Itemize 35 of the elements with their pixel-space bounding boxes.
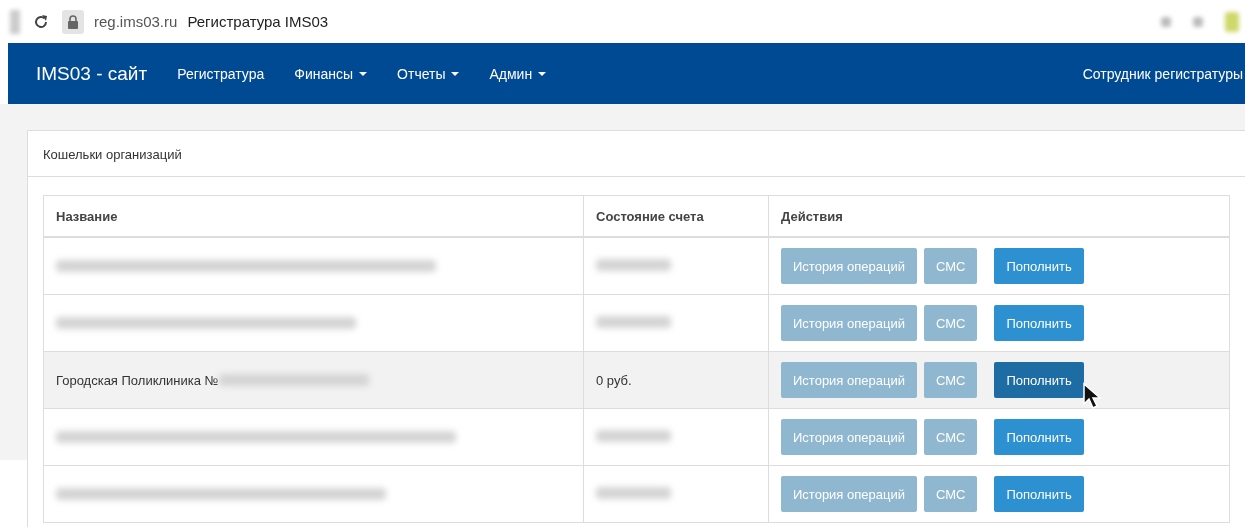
- topup-button[interactable]: Пополнить: [994, 419, 1084, 455]
- topup-button[interactable]: Пополнить: [994, 476, 1084, 512]
- nav-menu-item[interactable]: Финансы: [294, 65, 368, 82]
- sms-button[interactable]: СМС: [923, 419, 978, 455]
- site-brand[interactable]: IMS03 - сайт: [36, 62, 148, 85]
- user-name[interactable]: Сотрудник регистратуры: [1082, 65, 1243, 82]
- lock-icon: [62, 9, 84, 34]
- nav-menu-item[interactable]: Отчеты: [397, 65, 460, 82]
- column-header: Действия: [768, 195, 1230, 237]
- topup-button[interactable]: Пополнить: [994, 362, 1084, 398]
- nav-menu-item[interactable]: Регистратура: [177, 65, 265, 82]
- blurred-icon: [1225, 11, 1239, 32]
- sms-button[interactable]: СМС: [923, 305, 978, 341]
- topup-button[interactable]: Пополнить: [994, 248, 1084, 284]
- history-button[interactable]: История операций: [781, 305, 917, 341]
- sms-button[interactable]: СМС: [923, 476, 978, 512]
- nav-menu-item[interactable]: Админ: [489, 65, 547, 82]
- sms-button[interactable]: СМС: [923, 362, 978, 398]
- blurred-icon: [1161, 16, 1171, 27]
- blurred-icon: [1193, 16, 1203, 27]
- column-header: Состояние счета: [583, 195, 769, 237]
- panel-title: Кошельки организаций: [43, 147, 182, 162]
- blurred-icon: [10, 9, 20, 34]
- reload-icon[interactable]: [32, 12, 50, 31]
- history-button[interactable]: История операций: [781, 419, 917, 455]
- history-button[interactable]: История операций: [781, 476, 917, 512]
- column-header: Название: [43, 195, 584, 237]
- sms-button[interactable]: СМС: [923, 248, 978, 284]
- table-cell: 0 руб.: [596, 372, 632, 388]
- topup-button[interactable]: Пополнить: [994, 305, 1084, 341]
- history-button[interactable]: История операций: [781, 362, 917, 398]
- page-title: Регистратура IMS03: [187, 13, 329, 30]
- table-cell: Городская Поликлиника №: [56, 372, 219, 388]
- history-button[interactable]: История операций: [781, 248, 917, 284]
- url-text[interactable]: reg.ims03.ru: [94, 13, 178, 30]
